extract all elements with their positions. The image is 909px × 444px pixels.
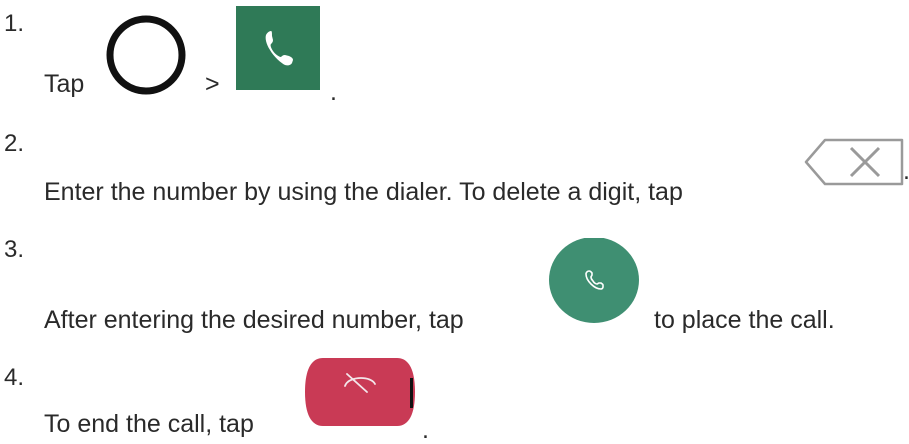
call-button-icon [548, 238, 640, 326]
end-call-button-icon [303, 352, 417, 432]
step-1-text: Tap [44, 70, 85, 98]
step-1-number: 1. [4, 10, 25, 37]
step-3-text-after: to place the call. [654, 306, 835, 334]
step-2-number: 2. [4, 130, 25, 157]
home-circle-icon [103, 12, 189, 98]
step-4-number: 4. [4, 364, 25, 391]
backspace-delete-icon [803, 137, 905, 187]
step-4-text: To end the call, tap [44, 410, 254, 438]
step-3-number: 3. [4, 236, 25, 263]
step-2-text: Enter the number by using the dialer. To… [44, 178, 683, 206]
phone-app-icon [236, 6, 320, 90]
step-2-period: . [903, 159, 909, 184]
step-4-period: . [422, 416, 429, 444]
step-1-separator: > [205, 70, 220, 98]
step-3-text: After entering the desired number, tap [44, 306, 464, 334]
step-1-period: . [330, 78, 337, 106]
